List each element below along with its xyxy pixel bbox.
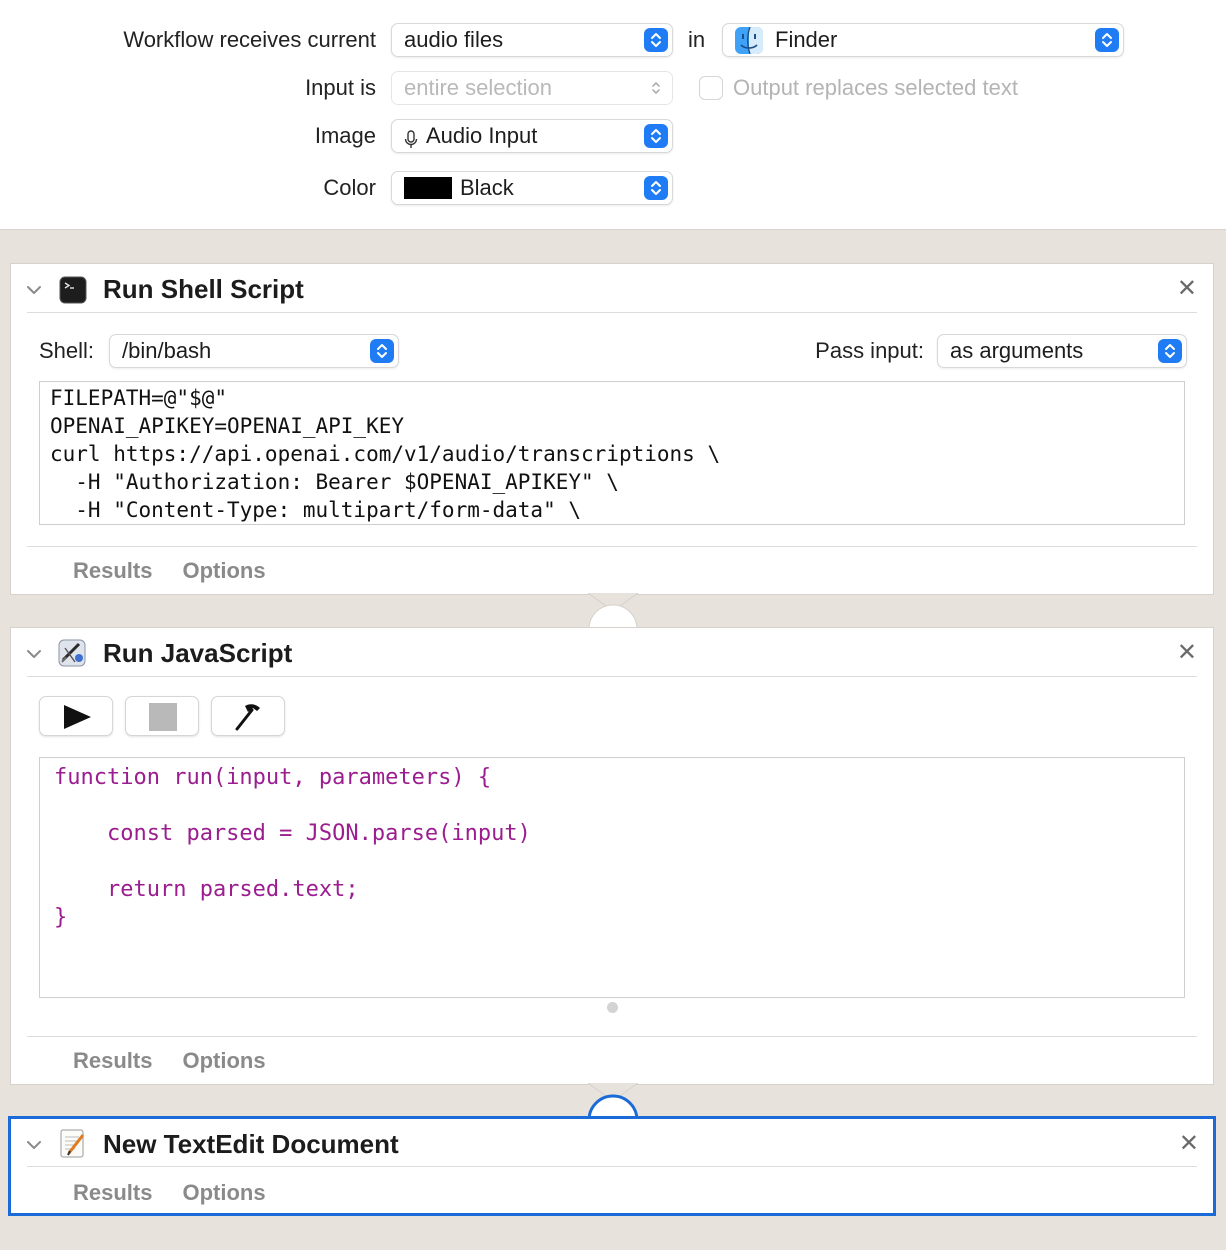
color-popup[interactable]: Black: [391, 171, 673, 205]
tab-options[interactable]: Options: [182, 558, 265, 583]
color-value: Black: [460, 175, 514, 200]
popup-stepper-icon: [1095, 28, 1119, 52]
input-is-popup: entire selection: [391, 71, 673, 105]
action-connector: [588, 593, 638, 630]
popup-stepper-icon: [370, 339, 394, 363]
tab-results[interactable]: Results: [73, 558, 152, 583]
close-icon[interactable]: ✕: [1177, 277, 1197, 301]
popup-stepper-icon: [644, 124, 668, 148]
input-is-label: Input is: [305, 75, 376, 100]
tab-options[interactable]: Options: [182, 1180, 265, 1205]
action-run-javascript[interactable]: Run JavaScript ✕ function run(input, par…: [10, 627, 1214, 1085]
pass-input-popup[interactable]: as arguments: [937, 334, 1187, 368]
action-tabs: Results Options: [73, 1048, 296, 1074]
divider: [27, 676, 1197, 677]
divider: [27, 1166, 1197, 1167]
popup-stepper-icon: [644, 28, 668, 52]
chevron-down-icon[interactable]: [25, 281, 43, 299]
in-label: in: [688, 27, 706, 52]
divider: [27, 546, 1197, 547]
action-tabs: Results Options: [73, 558, 296, 584]
app-value: Finder: [775, 27, 838, 52]
compile-icon: [235, 704, 260, 731]
finder-icon: [735, 26, 763, 55]
close-icon[interactable]: ✕: [1179, 1132, 1199, 1156]
run-button[interactable]: [39, 696, 113, 736]
pass-input-label: Pass input:: [815, 338, 924, 363]
run-icon: [64, 705, 91, 729]
shell-value: /bin/bash: [122, 338, 212, 363]
color-swatch: [404, 177, 452, 199]
shell-script-editor[interactable]: FILEPATH=@"$@" OPENAI_APIKEY=OPENAI_API_…: [39, 381, 1185, 525]
close-icon[interactable]: ✕: [1177, 641, 1197, 665]
resize-handle[interactable]: [607, 1002, 618, 1013]
action-title: Run Shell Script: [103, 274, 304, 304]
action-title: New TextEdit Document: [103, 1129, 399, 1159]
action-run-shell-script[interactable]: Run Shell Script ✕ Shell: /bin/bash Pass…: [10, 263, 1214, 595]
image-popup[interactable]: Audio Input: [391, 119, 673, 153]
javascript-editor[interactable]: function run(input, parameters) { const …: [39, 757, 1185, 998]
tab-options[interactable]: Options: [182, 1048, 265, 1073]
popup-stepper-icon: [644, 176, 668, 200]
tab-results[interactable]: Results: [73, 1180, 152, 1205]
stop-icon: [149, 703, 177, 731]
output-replaces-label: Output replaces selected text: [733, 75, 1018, 100]
popup-stepper-icon: [644, 76, 668, 100]
divider: [27, 1036, 1197, 1037]
receives-popup[interactable]: audio files: [391, 23, 673, 57]
tab-results[interactable]: Results: [73, 1048, 152, 1073]
color-label: Color: [323, 175, 376, 200]
input-is-value: entire selection: [404, 75, 552, 100]
textedit-icon: [57, 1127, 89, 1159]
shell-popup[interactable]: /bin/bash: [109, 334, 399, 368]
stop-button[interactable]: [125, 696, 199, 736]
terminal-icon: [59, 276, 87, 304]
microphone-icon: [404, 127, 418, 148]
action-title: Run JavaScript: [103, 638, 293, 668]
pass-input-value: as arguments: [950, 338, 1084, 363]
divider: [27, 312, 1197, 313]
action-tabs: Results Options: [73, 1180, 296, 1206]
compile-button[interactable]: [211, 696, 285, 736]
receives-label: Workflow receives current: [123, 27, 376, 52]
chevron-down-icon[interactable]: [25, 1136, 43, 1154]
output-replaces-checkbox[interactable]: [699, 76, 723, 100]
script-editor-icon: [57, 638, 89, 668]
workflow-header: Workflow receives current audio files in…: [0, 0, 1226, 230]
receives-value: audio files: [404, 27, 504, 52]
image-value: Audio Input: [426, 123, 538, 148]
action-new-textedit-document[interactable]: New TextEdit Document ✕ Results Options: [8, 1116, 1216, 1216]
chevron-down-icon[interactable]: [25, 645, 43, 663]
image-label: Image: [314, 123, 376, 148]
popup-stepper-icon: [1158, 339, 1182, 363]
shell-label: Shell:: [39, 338, 95, 363]
app-popup[interactable]: Finder: [722, 23, 1124, 57]
